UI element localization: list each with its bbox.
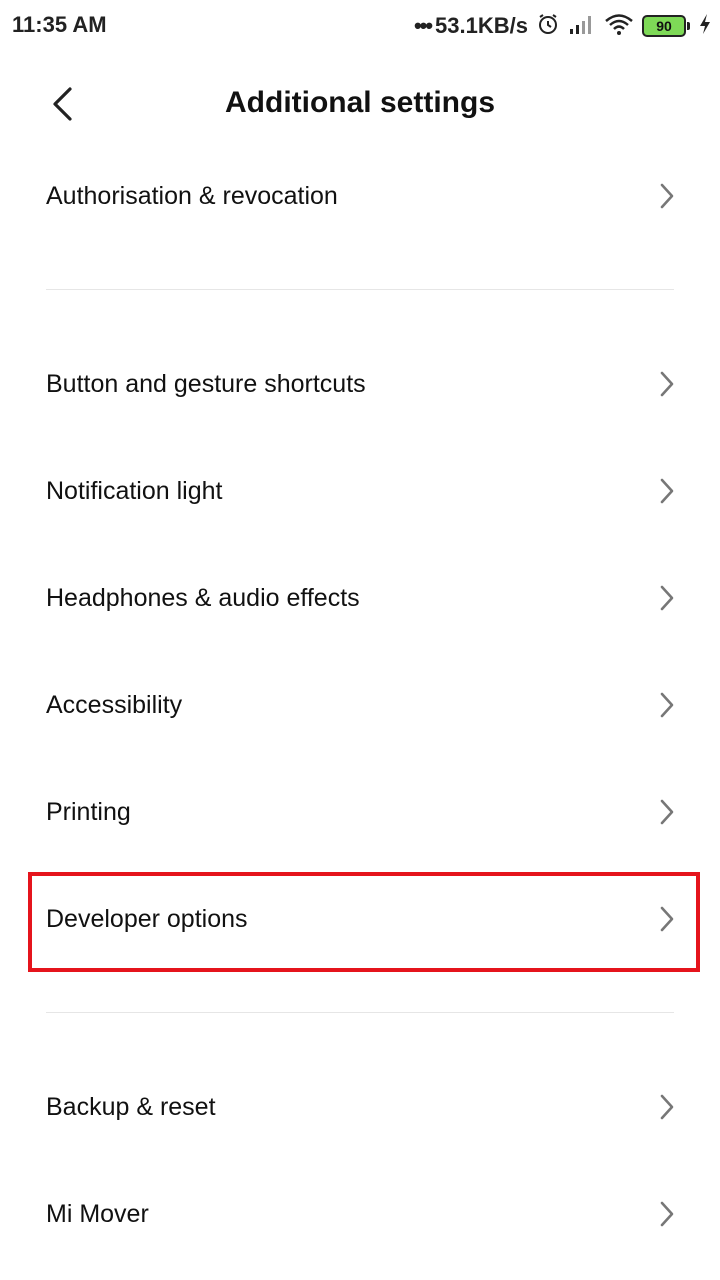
list-item-notification-light[interactable]: Notification light — [0, 441, 720, 541]
chevron-right-icon — [658, 1199, 676, 1229]
battery-level: 90 — [656, 18, 672, 34]
more-dots-icon: ••• — [413, 13, 433, 38]
chevron-right-icon — [658, 181, 676, 211]
list-item-printing[interactable]: Printing — [0, 762, 720, 862]
list-item-button-gesture-shortcuts[interactable]: Button and gesture shortcuts — [0, 334, 720, 434]
list-item-backup-reset[interactable]: Backup & reset — [0, 1057, 720, 1157]
alarm-icon — [536, 12, 560, 41]
status-bar: 11:35 AM ••• 53.1KB/s 90 — [0, 0, 720, 52]
list-item-headphones-audio[interactable]: Headphones & audio effects — [0, 548, 720, 648]
section-divider — [46, 1012, 674, 1013]
chevron-right-icon — [658, 476, 676, 506]
charging-icon — [698, 13, 712, 40]
list-item-label: Authorisation & revocation — [46, 181, 338, 210]
page-title: Additional settings — [225, 86, 495, 119]
list-item-label: Backup & reset — [46, 1092, 216, 1121]
header: Additional settings — [0, 60, 720, 150]
list-item-mi-mover[interactable]: Mi Mover — [0, 1164, 720, 1264]
signal-icon — [568, 13, 596, 40]
wifi-icon — [604, 12, 634, 41]
status-icons: ••• 53.1KB/s 90 — [414, 10, 712, 42]
chevron-right-icon — [658, 797, 676, 827]
highlight-box — [28, 872, 700, 972]
battery-icon: 90 — [642, 15, 690, 37]
section-divider — [46, 289, 674, 290]
chevron-right-icon — [658, 1092, 676, 1122]
network-speed: 53.1KB/s — [435, 13, 528, 38]
list-item-label: Headphones & audio effects — [46, 583, 360, 612]
list-item-accessibility[interactable]: Accessibility — [0, 655, 720, 755]
chevron-right-icon — [658, 369, 676, 399]
status-time: 11:35 AM — [12, 12, 107, 37]
list-item-label: Button and gesture shortcuts — [46, 369, 366, 398]
list-item-label: Notification light — [46, 476, 223, 505]
list-item-label: Printing — [46, 797, 131, 826]
list-item-label: Accessibility — [46, 690, 183, 719]
list-item-authorisation[interactable]: Authorisation & revocation — [0, 146, 720, 246]
chevron-right-icon — [658, 583, 676, 613]
list-item-label: Mi Mover — [46, 1199, 149, 1228]
chevron-right-icon — [658, 690, 676, 720]
